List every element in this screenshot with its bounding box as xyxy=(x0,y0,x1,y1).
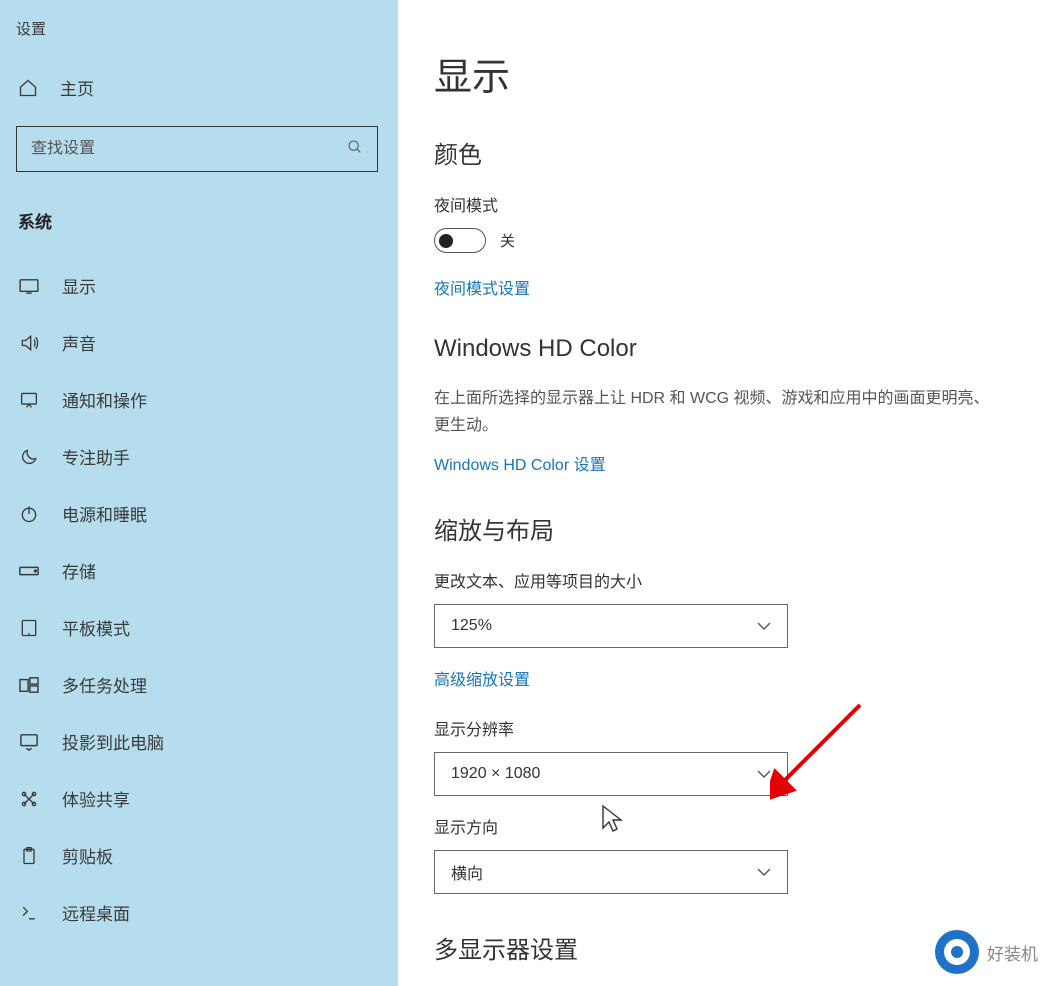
sidebar-category: 系统 xyxy=(12,200,382,257)
scale-label: 更改文本、应用等项目的大小 xyxy=(434,568,1004,592)
night-light-label: 夜间模式 xyxy=(434,192,1004,216)
sidebar-home[interactable]: 主页 xyxy=(12,45,382,118)
sidebar: 设置 主页 系统 显示 声音 xyxy=(0,0,398,986)
main-panel: 显示 颜色 夜间模式 关 夜间模式设置 Windows HD Color 在上面… xyxy=(398,0,1050,986)
sidebar-item-label: 通知和操作 xyxy=(62,387,147,412)
watermark-text: 好装机 xyxy=(987,940,1038,965)
moon-icon xyxy=(18,447,40,467)
search-icon xyxy=(347,139,363,160)
remote-icon xyxy=(18,903,40,923)
section-heading-color: 颜色 xyxy=(434,135,1004,170)
app-title: 设置 xyxy=(12,12,382,45)
storage-icon xyxy=(18,564,40,578)
watermark: 好装机 xyxy=(935,930,1038,974)
sidebar-item-label: 声音 xyxy=(62,330,96,355)
resolution-label: 显示分辨率 xyxy=(434,716,1004,740)
sidebar-item-sound[interactable]: 声音 xyxy=(12,314,382,371)
advanced-scaling-link[interactable]: 高级缩放设置 xyxy=(434,666,1004,690)
tablet-icon xyxy=(18,618,40,638)
sidebar-item-notifications[interactable]: 通知和操作 xyxy=(12,371,382,428)
orientation-label: 显示方向 xyxy=(434,814,1004,838)
section-heading-hd: Windows HD Color xyxy=(434,335,1004,363)
sidebar-item-shared[interactable]: 体验共享 xyxy=(12,770,382,827)
power-icon xyxy=(18,504,40,524)
section-color: 颜色 夜间模式 关 夜间模式设置 xyxy=(434,135,1004,299)
page-title: 显示 xyxy=(434,46,1004,101)
sidebar-item-label: 体验共享 xyxy=(62,786,130,811)
section-hd-color: Windows HD Color 在上面所选择的显示器上让 HDR 和 WCG … xyxy=(434,335,1004,475)
sidebar-item-label: 投影到此电脑 xyxy=(62,729,164,754)
sidebar-item-label: 专注助手 xyxy=(62,444,130,469)
search-box[interactable] xyxy=(16,126,378,172)
sidebar-item-label: 存储 xyxy=(62,558,96,583)
hd-description: 在上面所选择的显示器上让 HDR 和 WCG 视频、游戏和应用中的画面更明亮、更… xyxy=(434,385,1004,439)
home-label: 主页 xyxy=(60,75,94,100)
sidebar-item-multitask[interactable]: 多任务处理 xyxy=(12,656,382,713)
night-light-toggle[interactable] xyxy=(434,228,486,253)
clipboard-icon xyxy=(18,846,40,866)
sidebar-item-label: 剪贴板 xyxy=(62,843,113,868)
multitask-icon xyxy=(18,676,40,694)
sidebar-item-power[interactable]: 电源和睡眠 xyxy=(12,485,382,542)
scale-select[interactable]: 125% xyxy=(434,604,788,648)
notifications-icon xyxy=(18,391,40,409)
sidebar-item-projecting[interactable]: 投影到此电脑 xyxy=(12,713,382,770)
chevron-down-icon xyxy=(757,863,771,881)
display-icon xyxy=(18,278,40,294)
sidebar-item-label: 显示 xyxy=(62,273,96,298)
shared-icon xyxy=(18,789,40,809)
section-heading-scale: 缩放与布局 xyxy=(434,511,1004,546)
orientation-value: 横向 xyxy=(451,860,483,884)
sidebar-item-focus[interactable]: 专注助手 xyxy=(12,428,382,485)
chevron-down-icon xyxy=(757,617,771,635)
sidebar-item-label: 多任务处理 xyxy=(62,672,147,697)
sidebar-item-display[interactable]: 显示 xyxy=(12,257,382,314)
night-light-settings-link[interactable]: 夜间模式设置 xyxy=(434,275,1004,299)
toggle-knob xyxy=(439,234,453,248)
home-icon xyxy=(18,78,38,98)
scale-value: 125% xyxy=(451,617,492,635)
watermark-logo xyxy=(935,930,979,974)
sound-icon xyxy=(18,333,40,353)
search-input[interactable] xyxy=(31,140,331,158)
orientation-select[interactable]: 横向 xyxy=(434,850,788,894)
sidebar-item-label: 电源和睡眠 xyxy=(62,501,147,526)
chevron-down-icon xyxy=(757,765,771,783)
section-heading-multi: 多显示器设置 xyxy=(434,930,1004,965)
sidebar-item-tablet[interactable]: 平板模式 xyxy=(12,599,382,656)
sidebar-item-label: 平板模式 xyxy=(62,615,130,640)
projecting-icon xyxy=(18,733,40,751)
section-scale-layout: 缩放与布局 更改文本、应用等项目的大小 125% 高级缩放设置 显示分辨率 19… xyxy=(434,511,1004,894)
sidebar-item-clipboard[interactable]: 剪贴板 xyxy=(12,827,382,884)
sidebar-item-label: 远程桌面 xyxy=(62,900,130,925)
sidebar-item-storage[interactable]: 存储 xyxy=(12,542,382,599)
resolution-select[interactable]: 1920 × 1080 xyxy=(434,752,788,796)
hd-color-settings-link[interactable]: Windows HD Color 设置 xyxy=(434,451,1004,475)
toggle-state: 关 xyxy=(500,230,515,251)
resolution-value: 1920 × 1080 xyxy=(451,765,540,783)
sidebar-item-remote[interactable]: 远程桌面 xyxy=(12,884,382,941)
sidebar-nav: 显示 声音 通知和操作 专注助手 电源和睡眠 xyxy=(12,257,382,941)
